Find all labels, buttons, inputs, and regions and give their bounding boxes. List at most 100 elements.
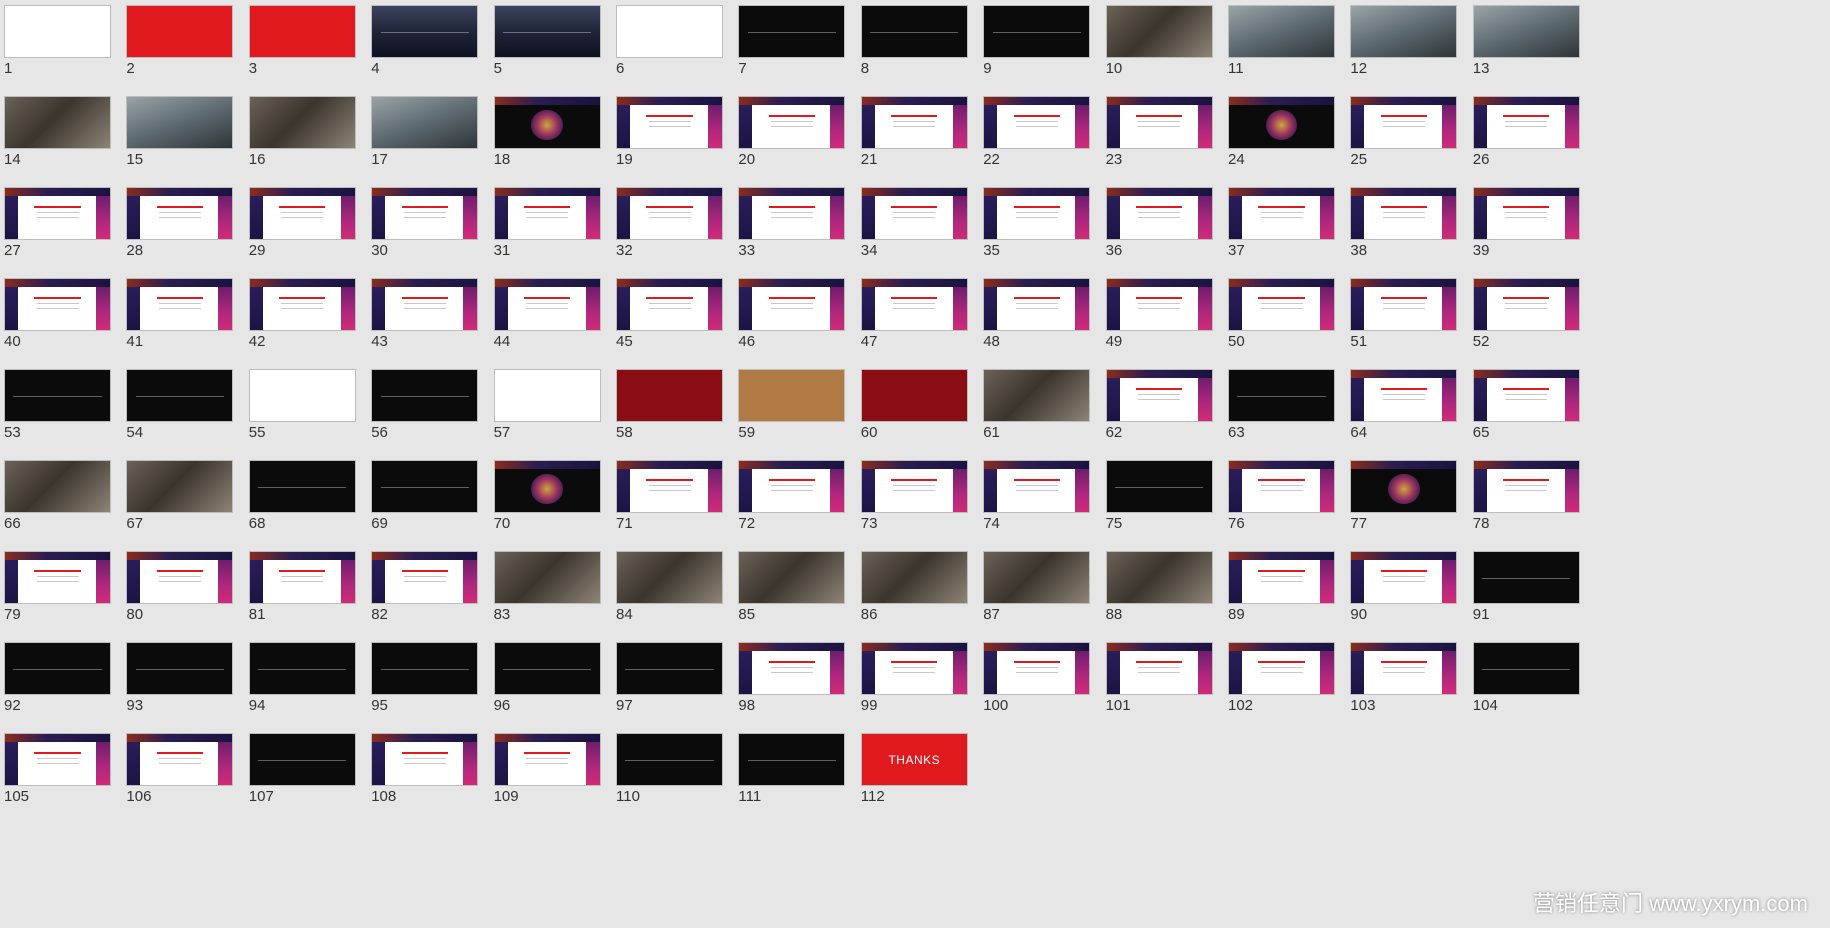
slide-thumbnail-item[interactable]: 86 xyxy=(857,546,999,650)
slide-thumbnail-item[interactable]: 7 xyxy=(734,0,876,104)
slide-preview[interactable] xyxy=(860,278,968,331)
slide-preview[interactable] xyxy=(371,369,479,422)
slide-preview[interactable] xyxy=(1105,278,1213,331)
slide-thumbnail-item[interactable]: 14 xyxy=(0,91,142,195)
slide-thumbnail-item[interactable]: 53 xyxy=(0,364,142,468)
slide-thumbnail-item[interactable]: 99 xyxy=(857,637,999,741)
slide-thumbnail-item[interactable]: 106 xyxy=(122,728,264,832)
slide-preview[interactable] xyxy=(738,278,846,331)
slide-preview[interactable] xyxy=(1472,551,1580,604)
slide-preview[interactable] xyxy=(1228,460,1335,513)
slide-preview[interactable] xyxy=(616,187,723,240)
slide-thumbnail-item[interactable]: 24 xyxy=(1224,91,1366,195)
slide-thumbnail-item[interactable]: 35 xyxy=(979,182,1121,286)
slide-thumbnail-item[interactable]: 76 xyxy=(1224,455,1366,559)
slide-preview[interactable] xyxy=(1105,642,1213,695)
slide-thumbnail-item[interactable]: 111 xyxy=(734,728,876,832)
slide-preview[interactable] xyxy=(493,187,601,240)
slide-preview[interactable] xyxy=(983,187,1091,240)
slide-thumbnail-item[interactable]: 50 xyxy=(1224,273,1366,377)
slide-thumbnail-item[interactable]: 100 xyxy=(979,637,1121,741)
slide-thumbnail-item[interactable]: 81 xyxy=(245,546,387,650)
slide-preview[interactable] xyxy=(1228,642,1335,695)
slide-thumbnail-item[interactable]: 27 xyxy=(0,182,142,286)
slide-preview[interactable] xyxy=(248,551,356,604)
slide-preview[interactable] xyxy=(1228,278,1335,331)
slide-thumbnail-item[interactable]: 40 xyxy=(0,273,142,377)
slide-preview[interactable] xyxy=(983,551,1091,604)
slide-thumbnail-item[interactable]: 33 xyxy=(734,182,876,286)
slide-preview[interactable] xyxy=(1350,96,1458,149)
slide-preview[interactable] xyxy=(1105,187,1213,240)
slide-thumbnail-item[interactable]: 52 xyxy=(1469,273,1611,377)
slide-thumbnail-item[interactable]: 102 xyxy=(1224,637,1366,741)
slide-preview[interactable] xyxy=(616,642,723,695)
slide-thumbnail-item[interactable]: 6 xyxy=(612,0,754,104)
slide-thumbnail-item[interactable]: 97 xyxy=(612,637,754,741)
slide-thumbnail-item[interactable]: 55 xyxy=(245,364,387,468)
slide-preview[interactable] xyxy=(371,460,479,513)
slide-preview[interactable] xyxy=(126,187,234,240)
slide-preview[interactable] xyxy=(738,460,846,513)
slide-preview[interactable] xyxy=(1350,460,1458,513)
slide-preview[interactable] xyxy=(860,369,968,422)
slide-preview[interactable] xyxy=(4,460,111,513)
slide-thumbnail-item[interactable]: 23 xyxy=(1102,91,1244,195)
slide-thumbnail-item[interactable]: 107 xyxy=(245,728,387,832)
slide-preview[interactable] xyxy=(738,187,846,240)
slide-preview[interactable] xyxy=(738,642,846,695)
slide-thumbnail-item[interactable]: 17 xyxy=(367,91,509,195)
slide-preview[interactable] xyxy=(1472,5,1580,58)
slide-preview[interactable] xyxy=(860,96,968,149)
slide-preview[interactable] xyxy=(1472,460,1580,513)
slide-thumbnail-item[interactable]: 58 xyxy=(612,364,754,468)
slide-thumbnail-item[interactable]: 77 xyxy=(1346,455,1488,559)
slide-preview[interactable] xyxy=(493,642,601,695)
slide-thumbnail-item[interactable]: 44 xyxy=(490,273,632,377)
slide-thumbnail-item[interactable]: 41 xyxy=(122,273,264,377)
slide-preview[interactable] xyxy=(616,733,723,786)
slide-preview[interactable] xyxy=(616,369,723,422)
slide-thumbnail-item[interactable]: 29 xyxy=(245,182,387,286)
slide-preview[interactable] xyxy=(371,733,479,786)
slide-thumbnail-item[interactable]: 21 xyxy=(857,91,999,195)
slide-thumbnail-item[interactable]: 65 xyxy=(1469,364,1611,468)
slide-thumbnail-item[interactable]: 80 xyxy=(122,546,264,650)
slide-thumbnail-item[interactable]: 90 xyxy=(1346,546,1488,650)
slide-preview[interactable] xyxy=(493,278,601,331)
slide-thumbnail-item[interactable]: 10 xyxy=(1102,0,1244,104)
slide-preview[interactable] xyxy=(1105,369,1213,422)
slide-preview[interactable] xyxy=(126,369,234,422)
slide-thumbnail-item[interactable]: 101 xyxy=(1102,637,1244,741)
slide-thumbnail-item[interactable]: 85 xyxy=(734,546,876,650)
slide-thumbnail-item[interactable]: 96 xyxy=(490,637,632,741)
slide-preview[interactable] xyxy=(738,96,846,149)
slide-thumbnail-item[interactable]: 84 xyxy=(612,546,754,650)
slide-preview[interactable] xyxy=(126,278,234,331)
slide-thumbnail-item[interactable]: 72 xyxy=(734,455,876,559)
slide-preview[interactable] xyxy=(1105,96,1213,149)
slide-thumbnail-item[interactable]: 67 xyxy=(122,455,264,559)
slide-thumbnail-item[interactable]: 104 xyxy=(1469,637,1611,741)
slide-thumbnail-item[interactable]: 108 xyxy=(367,728,509,832)
slide-thumbnail-item[interactable]: 69 xyxy=(367,455,509,559)
slide-thumbnail-item[interactable]: 18 xyxy=(490,91,632,195)
slide-preview[interactable] xyxy=(4,5,111,58)
slide-thumbnail-item[interactable]: 87 xyxy=(979,546,1121,650)
slide-preview[interactable] xyxy=(248,460,356,513)
slide-preview[interactable] xyxy=(126,96,234,149)
slide-preview[interactable] xyxy=(248,278,356,331)
slide-preview[interactable] xyxy=(493,369,601,422)
slide-preview[interactable] xyxy=(1350,551,1458,604)
slide-preview[interactable] xyxy=(616,278,723,331)
slide-preview[interactable] xyxy=(616,460,723,513)
slide-preview[interactable] xyxy=(1228,96,1335,149)
slide-thumbnail-item[interactable]: 25 xyxy=(1346,91,1488,195)
slide-thumbnail-item[interactable]: 4 xyxy=(367,0,509,104)
slide-preview[interactable] xyxy=(248,5,356,58)
slide-preview[interactable] xyxy=(1228,551,1335,604)
slide-thumbnail-item[interactable]: 66 xyxy=(0,455,142,559)
slide-thumbnail-item[interactable]: 28 xyxy=(122,182,264,286)
slide-preview[interactable] xyxy=(860,5,968,58)
slide-thumbnail-item[interactable]: 89 xyxy=(1224,546,1366,650)
